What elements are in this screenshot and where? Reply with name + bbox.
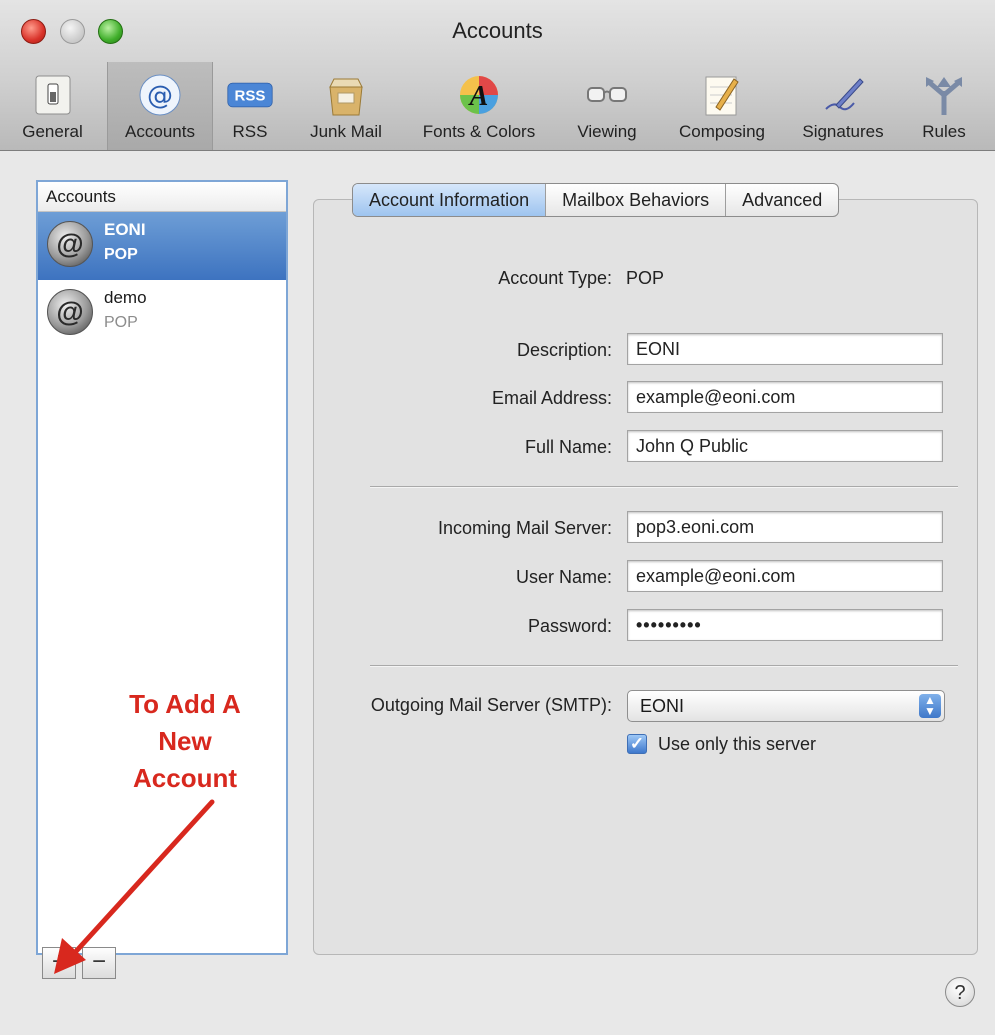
smtp-server-select[interactable]: EONI ▲ ▼ [627, 690, 945, 722]
fonts-colors-icon: A [456, 72, 502, 118]
annotation-line: New [158, 726, 212, 756]
account-at-icon: @ [47, 289, 93, 335]
use-only-this-server-label: Use only this server [658, 734, 817, 754]
smtp-server-value: EONI [640, 696, 685, 716]
toolbar-item-rules[interactable]: Rules [905, 62, 983, 150]
rules-arrows-icon [921, 72, 967, 118]
account-name: demo [104, 288, 147, 307]
use-only-this-server-checkbox[interactable]: ✓ [627, 734, 647, 754]
toolbar-label-general: General [22, 122, 83, 141]
password-label: Password: [527, 616, 612, 636]
window-title: Accounts [452, 18, 543, 43]
rss-icon: RSS [227, 72, 273, 118]
email-address-label: Email Address: [491, 388, 612, 408]
full-name-field[interactable]: John Q Public [627, 430, 943, 462]
password-field[interactable]: ••••••••• [627, 609, 943, 641]
account-type-value: POP [626, 268, 665, 288]
account-tabs: Account Information Mailbox Behaviors Ad… [352, 183, 840, 217]
toolbar-label-composing: Composing [679, 122, 765, 141]
account-type: POP [104, 314, 138, 331]
description-field[interactable]: EONI [627, 333, 943, 365]
account-at-icon: @ [47, 221, 93, 267]
svg-text:A: A [468, 81, 489, 112]
account-row-demo[interactable]: @ demo POP [38, 280, 286, 348]
user-name-label: User Name: [515, 567, 612, 587]
description-label: Description: [516, 340, 612, 360]
help-button[interactable]: ? [945, 977, 975, 1007]
annotation-line: To Add A [129, 689, 241, 719]
account-row-eoni[interactable]: @ EONI POP [38, 212, 286, 280]
incoming-mail-server-label: Incoming Mail Server: [437, 518, 612, 538]
section-divider [370, 486, 958, 488]
pen-signature-icon [820, 72, 866, 118]
svg-text:@: @ [147, 81, 173, 111]
toolbar-label-fonts-colors: Fonts & Colors [422, 122, 536, 141]
toolbar-label-viewing: Viewing [577, 122, 637, 141]
toolbar-item-accounts[interactable]: @ Accounts [107, 62, 213, 150]
toolbar-label-junk-mail: Junk Mail [310, 122, 382, 141]
at-sign-icon: @ [137, 72, 183, 118]
account-type: POP [104, 246, 138, 263]
toolbar-item-rss[interactable]: RSS RSS [215, 62, 285, 150]
toolbar-item-viewing[interactable]: Viewing [562, 62, 652, 150]
svg-text:RSS: RSS [235, 88, 266, 105]
toolbar-label-signatures: Signatures [802, 122, 884, 141]
toolbar-label-accounts: Accounts [125, 122, 195, 141]
preferences-toolbar: General @ Accounts RSS RSS Junk Mail A F… [0, 62, 995, 150]
up-down-arrows-icon: ▲ ▼ [919, 694, 941, 718]
email-address-field[interactable]: example@eoni.com [627, 381, 943, 413]
account-name: EONI [104, 220, 146, 239]
switch-icon [30, 72, 76, 118]
title-bar: Accounts General @ Accounts RSS RSS Junk… [0, 0, 995, 151]
toolbar-item-junk-mail[interactable]: Junk Mail [293, 62, 399, 150]
user-name-field[interactable]: example@eoni.com [627, 560, 943, 592]
annotation-arrow-icon [54, 799, 215, 974]
section-divider [370, 665, 958, 667]
tab-advanced[interactable]: Advanced [726, 184, 838, 216]
junk-mail-icon [323, 72, 369, 118]
toolbar-item-signatures[interactable]: Signatures [786, 62, 900, 150]
accounts-list-header: Accounts [38, 182, 286, 212]
toolbar-label-rules: Rules [922, 122, 966, 141]
smtp-server-label: Outgoing Mail Server (SMTP): [370, 695, 612, 715]
toolbar-item-general[interactable]: General [0, 62, 105, 150]
account-type-label: Account Type: [498, 268, 612, 288]
add-account-annotation: To Add A New Account [75, 686, 295, 797]
toolbar-label-rss: RSS [232, 122, 268, 141]
toolbar-item-composing[interactable]: Composing [660, 62, 784, 150]
glasses-icon [584, 72, 630, 118]
full-name-label: Full Name: [524, 437, 612, 457]
incoming-mail-server-field[interactable]: pop3.eoni.com [627, 511, 943, 543]
toolbar-item-fonts-colors[interactable]: A Fonts & Colors [405, 62, 553, 150]
tab-account-information[interactable]: Account Information [353, 184, 547, 216]
notepad-pencil-icon [699, 72, 745, 118]
tab-mailbox-behaviors[interactable]: Mailbox Behaviors [546, 184, 727, 216]
